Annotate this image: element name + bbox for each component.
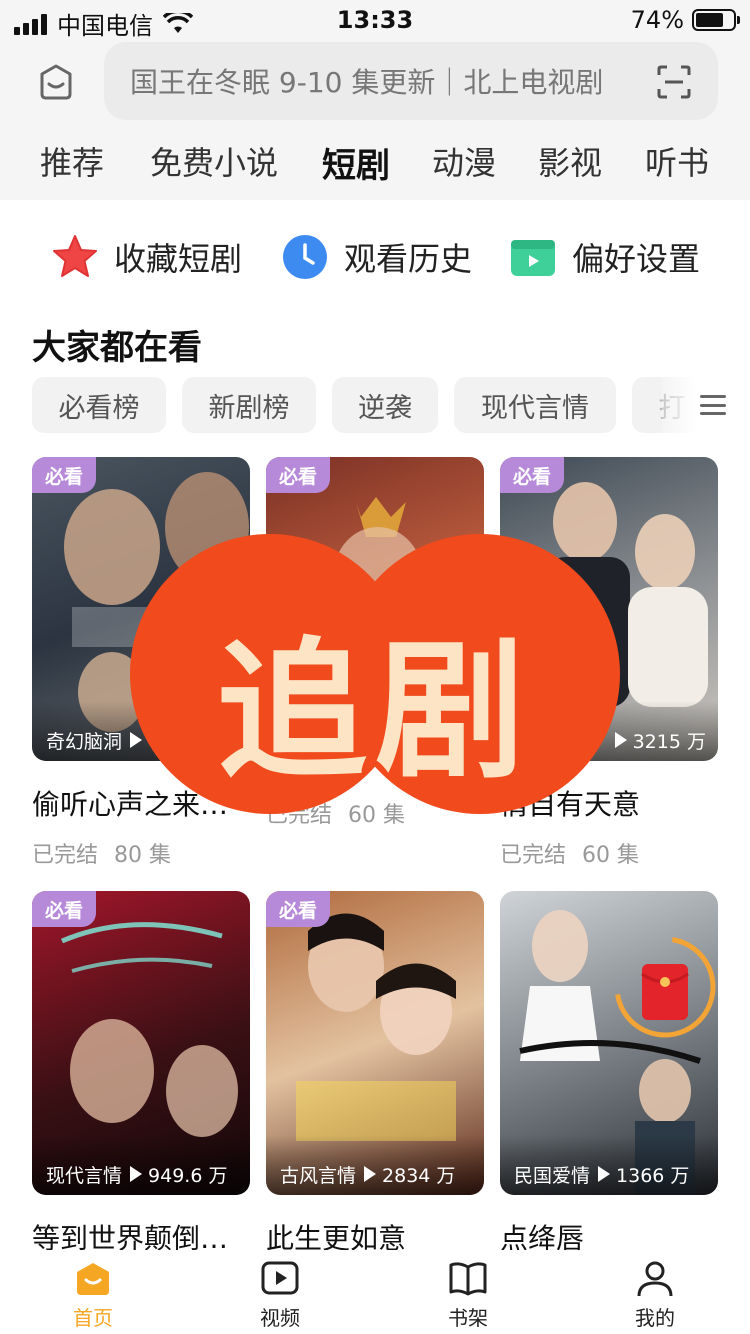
nav-profile[interactable]: 我的: [605, 1258, 705, 1331]
status-label: 已完结: [32, 843, 99, 868]
chip-must-watch[interactable]: 必看榜: [32, 377, 166, 433]
poster-image[interactable]: 必看 现代言情 949.6 万: [32, 891, 250, 1195]
must-watch-badge: 必看: [266, 891, 330, 927]
history-button[interactable]: 观看历史: [280, 232, 472, 282]
star-icon: [53, 235, 97, 277]
tab-audiobooks[interactable]: 听书: [645, 138, 709, 184]
genre-label: 古风言情: [280, 1164, 357, 1187]
preferences-button[interactable]: 偏好设置: [508, 232, 700, 282]
tab-anime[interactable]: 动漫: [432, 138, 496, 184]
preferences-label: 偏好设置: [572, 240, 701, 278]
card-subtitle: 已完结 60 集: [500, 837, 718, 869]
bookshelf-icon: [449, 1262, 487, 1296]
settings-card-icon: [511, 240, 555, 276]
play-icon: [364, 1166, 377, 1182]
drama-card[interactable]: 必看 古风言情 2834 万 此生更如意: [266, 891, 484, 1257]
episodes-label: 80 集: [114, 843, 172, 868]
app-logo-icon[interactable]: [34, 60, 78, 104]
genre-label: 奇幻脑洞: [46, 730, 123, 753]
overlay-text: 追剧: [216, 623, 533, 799]
must-watch-badge: 必看: [500, 457, 564, 493]
tab-free-novels[interactable]: 免费小说: [150, 138, 278, 184]
must-watch-badge: 必看: [32, 891, 96, 927]
play-icon: [130, 1166, 143, 1182]
nav-home[interactable]: 首页: [43, 1258, 143, 1331]
quick-actions: 收藏短剧 观看历史 偏好设置: [0, 232, 750, 292]
filter-chips: 必看榜 新剧榜 逆袭 现代言情 打: [32, 377, 750, 433]
chip-new-drama[interactable]: 新剧榜: [182, 377, 316, 433]
tab-film-tv[interactable]: 影视: [538, 138, 602, 184]
history-label: 观看历史: [344, 240, 473, 278]
clock-icon: [283, 235, 327, 279]
views-label: 2834 万: [382, 1164, 456, 1187]
nav-home-label: 首页: [73, 1306, 113, 1330]
nav-video[interactable]: 视频: [230, 1258, 330, 1331]
profile-icon: [637, 1261, 673, 1297]
favorites-label: 收藏短剧: [114, 240, 243, 278]
header: 国王在冬眠 9-10 集更新｜北上电视剧 推荐 免费小说 短剧 动漫 影视 听书: [0, 40, 750, 200]
promo-overlay[interactable]: 追剧: [130, 534, 620, 814]
poster-meta: 古风言情 2834 万: [266, 1135, 484, 1195]
status-right: 74%: [630, 6, 740, 34]
views-label: 3215 万: [632, 730, 706, 753]
scan-icon[interactable]: [656, 64, 692, 100]
poster-image[interactable]: 必看 古风言情 2834 万: [266, 891, 484, 1195]
status-label: 已完结: [500, 843, 567, 868]
views-label: 1366 万: [616, 1164, 690, 1187]
tab-recommend[interactable]: 推荐: [40, 138, 104, 184]
genre-label: 现代言情: [46, 1164, 123, 1187]
must-watch-badge: 必看: [32, 457, 96, 493]
poster-meta: 民国爱情 1366 万: [500, 1135, 718, 1195]
genre-label: 民国爱情: [514, 1164, 591, 1187]
favorites-button[interactable]: 收藏短剧: [50, 232, 242, 282]
chip-modern-romance[interactable]: 现代言情: [454, 377, 616, 433]
status-bar: 中国电信 13:33 74%: [0, 0, 750, 40]
nav-bookshelf[interactable]: 书架: [418, 1258, 518, 1331]
chip-menu-button[interactable]: [662, 377, 750, 433]
card-subtitle: 已完结 80 集: [32, 837, 250, 869]
views-label: 949.6 万: [148, 1164, 228, 1187]
drama-card[interactable]: 必看 现代言情 949.6 万 等到世界颠倒…: [32, 891, 250, 1257]
poster-meta: 现代言情 949.6 万: [32, 1135, 250, 1195]
battery-percent: 74%: [630, 6, 684, 34]
battery-icon: [692, 9, 740, 31]
nav-video-label: 视频: [260, 1306, 300, 1330]
category-tabs: 推荐 免费小说 短剧 动漫 影视 听书: [0, 138, 750, 196]
nav-bookshelf-label: 书架: [448, 1306, 488, 1330]
episodes-label: 60 集: [582, 843, 640, 868]
section-title: 大家都在看: [32, 328, 202, 368]
menu-icon: [700, 395, 726, 415]
play-icon: [598, 1166, 611, 1182]
nav-profile-label: 我的: [635, 1306, 675, 1330]
home-icon: [77, 1263, 109, 1295]
tab-short-drama[interactable]: 短剧: [322, 138, 390, 187]
red-packet-icon[interactable]: [612, 934, 718, 1044]
must-watch-badge: 必看: [266, 457, 330, 493]
search-bar[interactable]: 国王在冬眠 9-10 集更新｜北上电视剧: [104, 42, 718, 120]
video-icon: [261, 1261, 299, 1295]
bottom-nav: 首页 视频 书架 我的: [0, 1250, 750, 1334]
chip-comeback[interactable]: 逆袭: [332, 377, 438, 433]
search-placeholder[interactable]: 国王在冬眠 9-10 集更新｜北上电视剧: [130, 61, 630, 101]
